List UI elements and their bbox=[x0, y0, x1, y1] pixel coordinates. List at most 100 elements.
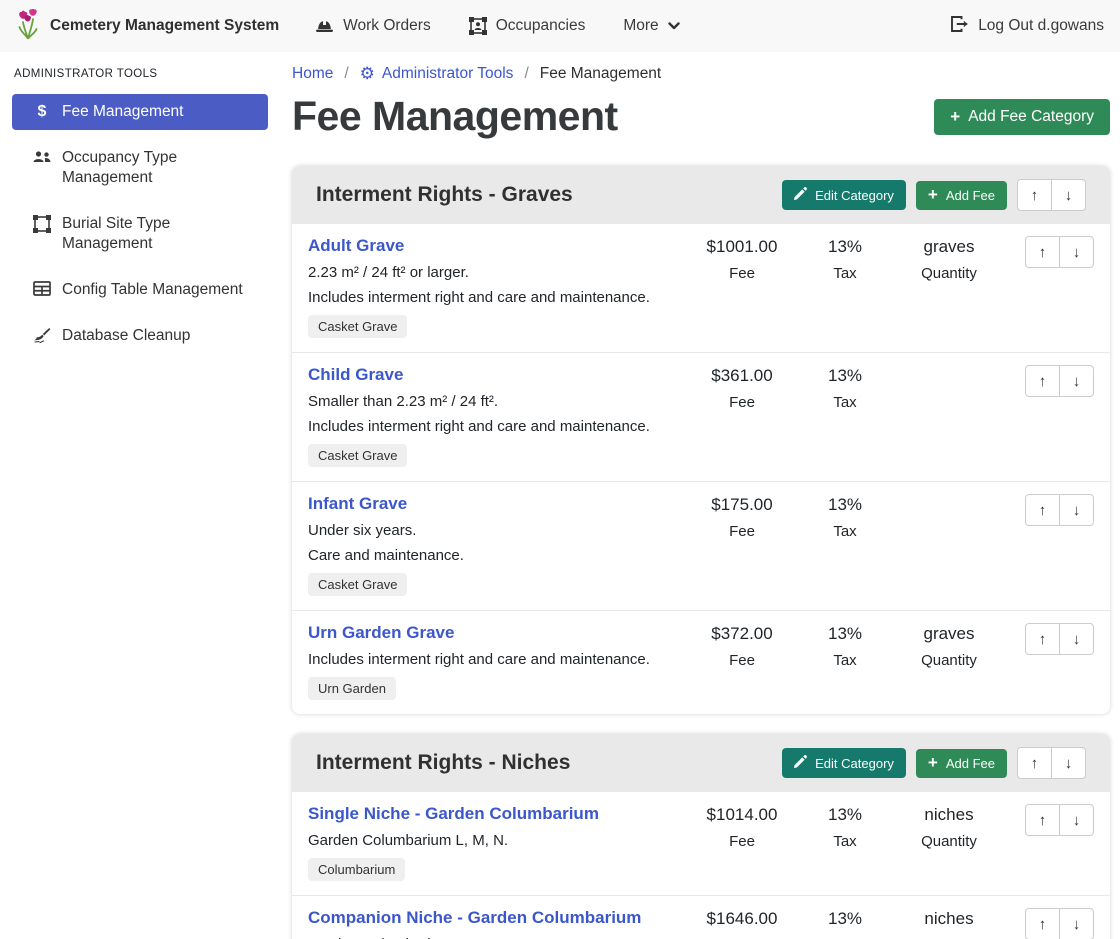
move-fee-up-button[interactable]: ↑ bbox=[1025, 623, 1060, 655]
move-fee-up-button[interactable]: ↑ bbox=[1025, 804, 1060, 836]
fee-quantity-column bbox=[885, 494, 1013, 503]
sidebar-item-burial-site-type-management[interactable]: Burial Site Type Management bbox=[12, 206, 268, 262]
move-fee-up-button[interactable]: ↑ bbox=[1025, 365, 1060, 397]
fee-quantity-column: graves Quantity bbox=[885, 623, 1013, 669]
fee-row: Companion Niche - Garden Columbarium Gar… bbox=[292, 896, 1110, 939]
fee-amount-column: $372.00 Fee bbox=[679, 623, 805, 669]
fee-quantity-column bbox=[885, 365, 1013, 374]
fee-tax-label: Tax bbox=[805, 265, 885, 282]
sidebar-heading: ADMINISTRATOR TOOLS bbox=[14, 68, 268, 80]
move-fee-down-button[interactable]: ↓ bbox=[1059, 236, 1094, 268]
edit-category-button[interactable]: Edit Category bbox=[782, 748, 906, 778]
fee-description: 2.23 m² / 24 ft² or larger. bbox=[308, 264, 679, 281]
sidebar-item-occupancy-type-management[interactable]: Occupancy Type Management bbox=[12, 140, 268, 196]
fee-reorder-group: ↑ ↓ bbox=[1025, 804, 1094, 836]
move-fee-down-button[interactable]: ↓ bbox=[1059, 494, 1094, 526]
fee-reorder-group: ↑ ↓ bbox=[1025, 623, 1094, 655]
breadcrumb: Home / ⚙ Administrator Tools / Fee Manag… bbox=[292, 65, 1110, 83]
fee-main: Urn Garden Grave Includes interment righ… bbox=[308, 623, 679, 700]
edit-category-button[interactable]: Edit Category bbox=[782, 180, 906, 210]
sidebar-item-database-cleanup[interactable]: Database Cleanup bbox=[12, 318, 268, 354]
fee-tax-column: 13% Tax bbox=[805, 494, 885, 540]
fee-descriptions: Includes interment right and care and ma… bbox=[308, 651, 679, 668]
fee-type-badge: Casket Grave bbox=[308, 444, 407, 467]
move-category-up-button[interactable]: ↑ bbox=[1017, 179, 1052, 211]
fee-name-link[interactable]: Companion Niche - Garden Columbarium bbox=[308, 908, 641, 928]
breadcrumb-admin-tools-link[interactable]: ⚙ Administrator Tools bbox=[360, 65, 514, 83]
fee-quantity-column: niches Quantity bbox=[885, 908, 1013, 939]
fee-tax-column: 13% Tax bbox=[805, 908, 885, 939]
nav-work-orders[interactable]: Work Orders bbox=[315, 17, 431, 35]
move-fee-down-button[interactable]: ↓ bbox=[1059, 623, 1094, 655]
category-title: Interment Rights - Graves bbox=[316, 183, 782, 207]
hard-hat-icon bbox=[315, 18, 334, 34]
fee-main: Infant Grave Under six years.Care and ma… bbox=[308, 494, 679, 596]
nav-more[interactable]: More bbox=[623, 17, 679, 35]
fee-name-link[interactable]: Infant Grave bbox=[308, 494, 407, 514]
move-fee-down-button[interactable]: ↓ bbox=[1059, 804, 1094, 836]
sidebar: ADMINISTRATOR TOOLS $ Fee Management Occ… bbox=[0, 52, 280, 364]
fee-description: Includes interment right and care and ma… bbox=[308, 651, 679, 668]
fee-amount-label: Fee bbox=[679, 652, 805, 669]
move-category-down-button[interactable]: ↓ bbox=[1051, 179, 1086, 211]
fee-list: Adult Grave 2.23 m² / 24 ft² or larger.I… bbox=[292, 224, 1110, 714]
move-fee-down-button[interactable]: ↓ bbox=[1059, 365, 1094, 397]
edit-category-label: Edit Category bbox=[815, 756, 894, 771]
breadcrumb-home-link[interactable]: Home bbox=[292, 65, 333, 83]
fee-tax-label: Tax bbox=[805, 652, 885, 669]
add-fee-label: Add Fee bbox=[946, 188, 995, 203]
fee-tax-column: 13% Tax bbox=[805, 365, 885, 411]
nav-more-label: More bbox=[623, 17, 658, 35]
logout-label: Log Out d.gowans bbox=[978, 17, 1104, 35]
fee-name-link[interactable]: Child Grave bbox=[308, 365, 403, 385]
sidebar-item-label: Occupancy Type Management bbox=[62, 148, 258, 188]
table-icon bbox=[32, 281, 52, 296]
fee-name-link[interactable]: Urn Garden Grave bbox=[308, 623, 454, 643]
fee-main: Single Niche - Garden Columbarium Garden… bbox=[308, 804, 679, 881]
fee-row: Single Niche - Garden Columbarium Garden… bbox=[292, 792, 1110, 896]
fee-quantity-value: niches bbox=[885, 909, 1013, 929]
fee-reorder-group: ↑ ↓ bbox=[1025, 494, 1094, 526]
plot-frame-icon bbox=[32, 215, 52, 233]
move-category-up-button[interactable]: ↑ bbox=[1017, 747, 1052, 779]
fee-descriptions: Under six years.Care and maintenance. bbox=[308, 522, 679, 564]
occupancy-frame-icon bbox=[469, 17, 487, 35]
move-fee-up-button[interactable]: ↑ bbox=[1025, 908, 1060, 939]
fee-description: Under six years. bbox=[308, 522, 679, 539]
fee-quantity-value: niches bbox=[885, 805, 1013, 825]
move-category-down-button[interactable]: ↓ bbox=[1051, 747, 1086, 779]
page-title: Fee Management bbox=[292, 93, 618, 140]
fee-descriptions: 2.23 m² / 24 ft² or larger.Includes inte… bbox=[308, 264, 679, 306]
fee-main: Adult Grave 2.23 m² / 24 ft² or larger.I… bbox=[308, 236, 679, 338]
fee-category-card: Interment Rights - Niches Edit Category … bbox=[292, 734, 1110, 939]
edit-category-label: Edit Category bbox=[815, 188, 894, 203]
fee-description: Garden Columbarium L, M, N. bbox=[308, 832, 679, 849]
fee-name-link[interactable]: Single Niche - Garden Columbarium bbox=[308, 804, 599, 824]
add-fee-category-button[interactable]: + Add Fee Category bbox=[934, 99, 1110, 135]
sidebar-item-fee-management[interactable]: $ Fee Management bbox=[12, 94, 268, 130]
nav-occupancies[interactable]: Occupancies bbox=[469, 17, 586, 35]
fee-reorder-group: ↑ ↓ bbox=[1025, 236, 1094, 268]
move-fee-down-button[interactable]: ↓ bbox=[1059, 908, 1094, 939]
fee-tax-value: 13% bbox=[805, 624, 885, 644]
sidebar-item-label: Config Table Management bbox=[62, 280, 243, 300]
fee-row: Urn Garden Grave Includes interment righ… bbox=[292, 611, 1110, 714]
fee-reorder-group: ↑ ↓ bbox=[1025, 365, 1094, 397]
fee-amount-label: Fee bbox=[679, 523, 805, 540]
fee-name-link[interactable]: Adult Grave bbox=[308, 236, 404, 256]
app-brand[interactable]: Cemetery Management System bbox=[16, 9, 279, 44]
plus-icon: + bbox=[950, 110, 960, 124]
category-reorder-group: ↑ ↓ bbox=[1017, 747, 1086, 779]
add-fee-button[interactable]: + Add Fee bbox=[916, 181, 1007, 210]
add-fee-button[interactable]: + Add Fee bbox=[916, 749, 1007, 778]
move-fee-up-button[interactable]: ↑ bbox=[1025, 494, 1060, 526]
fee-tax-value: 13% bbox=[805, 237, 885, 257]
broom-icon bbox=[32, 327, 52, 344]
fee-descriptions: Smaller than 2.23 m² / 24 ft².Includes i… bbox=[308, 393, 679, 435]
sidebar-item-config-table-management[interactable]: Config Table Management bbox=[12, 272, 268, 308]
logout-link[interactable]: Log Out d.gowans bbox=[951, 16, 1104, 37]
move-fee-up-button[interactable]: ↑ bbox=[1025, 236, 1060, 268]
fee-reorder-group: ↑ ↓ bbox=[1025, 908, 1094, 939]
fee-quantity-column: graves Quantity bbox=[885, 236, 1013, 282]
fee-amount-label: Fee bbox=[679, 265, 805, 282]
